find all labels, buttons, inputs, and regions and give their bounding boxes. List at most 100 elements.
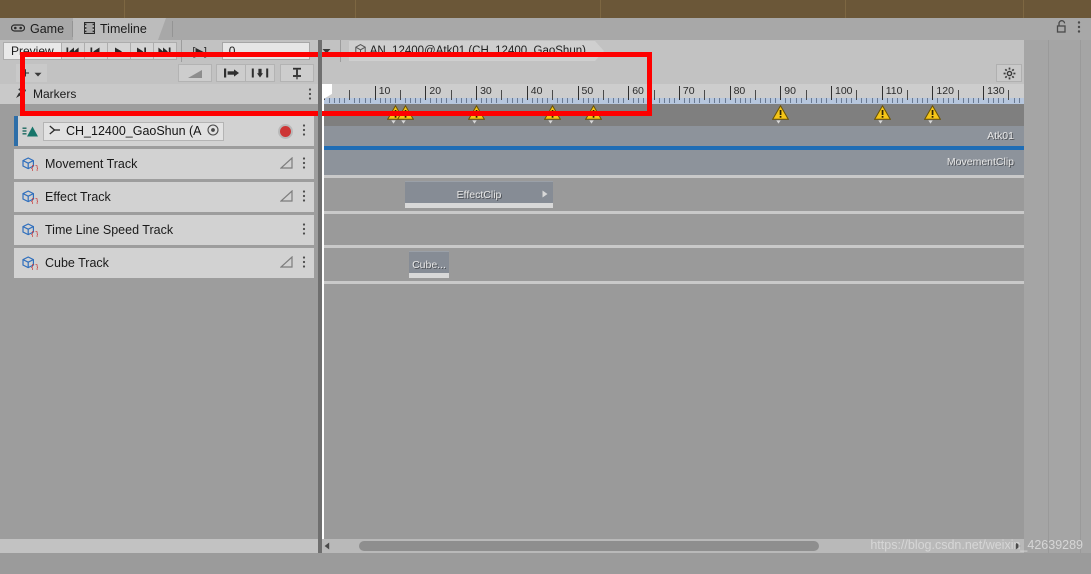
warning-triangle-icon[interactable] (584, 105, 602, 124)
warning-triangle-icon[interactable] (924, 105, 942, 124)
left-pane-footer (0, 539, 320, 553)
kebab-menu-icon[interactable] (302, 123, 306, 140)
ruler-minor-tick (460, 98, 462, 103)
ruler-minor-tick (775, 98, 777, 103)
track-name-label: Movement Track (45, 157, 138, 171)
record-button[interactable] (278, 123, 293, 139)
svg-text:{}: {} (30, 198, 38, 204)
playhead[interactable] (320, 84, 332, 574)
clip-effectclip[interactable]: EffectClip (405, 181, 553, 208)
clip-label-effect: EffectClip (456, 189, 502, 201)
tab-timeline[interactable]: Timeline (73, 18, 166, 40)
curve-icon[interactable] (279, 255, 293, 271)
warning-triangle-icon[interactable] (544, 105, 562, 124)
kebab-menu-icon[interactable] (308, 87, 312, 104)
go-to-end-button[interactable] (152, 42, 177, 60)
scrollbar-thumb[interactable] (359, 541, 819, 551)
ruler-major-tick (831, 86, 832, 100)
lock-icon[interactable] (1056, 20, 1067, 38)
warning-triangle-icon[interactable] (772, 105, 790, 124)
markers-row[interactable]: Markers (0, 84, 320, 104)
track-row-cube[interactable]: {} Cube Track (14, 248, 314, 278)
ruler-minor-tick (440, 98, 442, 103)
track-row-director[interactable]: CH_12400_GaoShun (A (14, 116, 314, 146)
curve-edit-button[interactable] (178, 64, 212, 82)
track-row-speed[interactable]: {} Time Line Speed Track (14, 215, 314, 245)
ruler-tick-label: 130 (987, 85, 1005, 97)
target-icon[interactable] (206, 123, 219, 139)
ruler-minor-tick (978, 98, 980, 103)
ruler-minor-tick (947, 98, 949, 103)
track-row-effect[interactable]: {} Effect Track (14, 182, 314, 212)
clip-row-effect[interactable]: EffectClip (320, 178, 1024, 211)
clip-expand-icon[interactable] (542, 189, 548, 201)
go-to-start-button[interactable] (60, 42, 85, 60)
gear-icon[interactable] (996, 64, 1022, 82)
ruler-minor-tick (465, 98, 467, 103)
clip-row-movement[interactable]: MovementClip (320, 150, 1024, 175)
kebab-menu-icon[interactable] (302, 255, 306, 272)
ruler-tick-label: 100 (835, 85, 853, 97)
kebab-menu-icon[interactable] (302, 189, 306, 206)
ruler-minor-tick (1018, 98, 1020, 103)
play-range-button[interactable]: [▶] (186, 45, 214, 58)
ruler-minor-tick (836, 98, 838, 103)
ruler-major-tick (729, 86, 731, 100)
ruler-minor-tick (339, 98, 341, 103)
timeline-canvas[interactable]: 10 20 30 40 50 60 70 80 90 100 110 120 130 Atk01 Mov… (320, 84, 1024, 574)
ruler-minor-tick (410, 98, 412, 103)
clip-label-atk01: Atk01 (987, 130, 1014, 142)
breadcrumb[interactable]: AN_12400@Atk01 (CH_12400_GaoShun) (348, 41, 605, 61)
ruler-minor-tick (683, 98, 685, 103)
play-button[interactable] (106, 42, 131, 60)
ruler-minor-tick (744, 98, 746, 103)
kebab-menu-icon[interactable] (302, 222, 306, 239)
track-row-movement[interactable]: {} Movement Track (14, 149, 314, 179)
ruler-minor-tick (511, 98, 513, 103)
previous-frame-button[interactable] (83, 42, 108, 60)
warning-triangle-icon[interactable] (468, 105, 486, 124)
marker-band[interactable] (320, 104, 1024, 126)
clip-row-speed[interactable] (320, 214, 1024, 245)
preview-button[interactable]: Preview (3, 42, 62, 60)
ruler-minor-tick (648, 98, 650, 103)
ruler-minor-tick (760, 98, 762, 103)
next-frame-button[interactable] (129, 42, 154, 60)
empty-track-area[interactable] (320, 284, 1024, 574)
selection-indicator (14, 116, 18, 146)
pane-divider[interactable] (318, 40, 322, 574)
ruler-tick-label: 60 (632, 85, 644, 97)
ruler-minor-tick (557, 98, 559, 103)
ruler-minor-tick (846, 98, 848, 103)
tab-game[interactable]: Game (0, 18, 76, 40)
pin-icon[interactable] (280, 64, 314, 82)
ripple-mode-icon[interactable] (245, 64, 275, 82)
clip-row-atk01[interactable]: Atk01 (320, 126, 1024, 146)
warning-triangle-icon[interactable] (873, 105, 891, 124)
ruler-minor-tick (379, 98, 381, 103)
kebab-menu-icon[interactable] (1077, 20, 1081, 39)
frame-input[interactable]: 0 (221, 42, 310, 60)
ruler-minor-tick (952, 98, 954, 103)
ruler-minor-tick (1003, 98, 1005, 103)
ruler-minor-tick (420, 98, 422, 103)
ruler-minor-tick (394, 98, 396, 103)
track-binding-field[interactable]: CH_12400_GaoShun (A (43, 121, 224, 141)
ruler-major-tick (374, 86, 376, 100)
curve-icon[interactable] (279, 156, 293, 172)
warning-triangle-icon[interactable] (397, 105, 415, 124)
add-track-button[interactable]: + (16, 64, 47, 82)
clip-row-cube[interactable]: Cube... (320, 248, 1024, 281)
ruler-minor-tick (354, 98, 356, 103)
ruler-minor-tick (384, 98, 386, 103)
clip-cubeclip[interactable]: Cube... (409, 251, 449, 278)
ruler-minor-tick (795, 98, 797, 103)
ruler-minor-tick (937, 98, 939, 103)
mix-mode-icon[interactable] (216, 64, 246, 82)
ruler-minor-tick (582, 98, 584, 103)
ruler-minor-tick (592, 98, 594, 103)
clip-label-cube: Cube... (412, 259, 446, 271)
time-ruler[interactable]: 10 20 30 40 50 60 70 80 90 100 110 120 130 (320, 84, 1024, 104)
curve-icon[interactable] (279, 189, 293, 205)
kebab-menu-icon[interactable] (302, 156, 306, 173)
